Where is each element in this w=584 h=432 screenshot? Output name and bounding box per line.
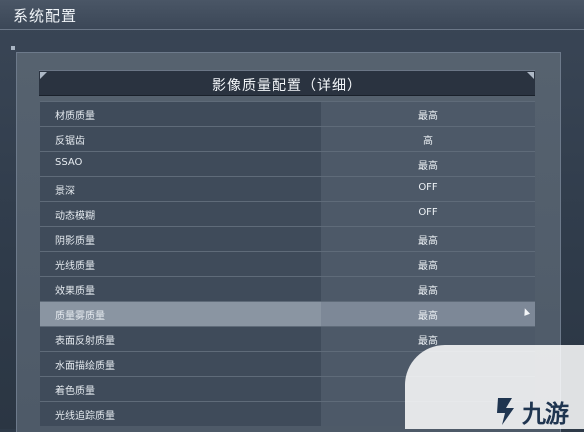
setting-value-selector[interactable]: 最高 bbox=[321, 252, 535, 276]
setting-value-selector[interactable]: 高 bbox=[321, 127, 535, 151]
row-label-cell: 动态模糊 bbox=[40, 202, 321, 226]
setting-row-motion-blur[interactable]: 动态模糊 OFF bbox=[40, 201, 535, 226]
setting-row-depth-of-field[interactable]: 景深 OFF bbox=[40, 176, 535, 201]
setting-value: 最高 bbox=[418, 286, 438, 297]
row-label-cell: 效果质量 bbox=[40, 277, 321, 301]
watermark-text: 九游 bbox=[522, 400, 569, 428]
setting-label: SSAO bbox=[55, 157, 83, 168]
setting-value: OFF bbox=[418, 182, 438, 193]
row-label-cell: 光线追踪质量 bbox=[40, 402, 321, 426]
setting-label: 光线追踪质量 bbox=[55, 411, 115, 422]
setting-value-selector[interactable]: 最高 bbox=[321, 277, 535, 301]
setting-value: 最高 bbox=[418, 311, 438, 322]
setting-label: 光线质量 bbox=[55, 261, 95, 272]
setting-row-shadow-quality[interactable]: 阴影质量 最高 bbox=[40, 226, 535, 251]
setting-row-ssao[interactable]: SSAO 最高 bbox=[40, 151, 535, 176]
nine-game-logo-icon bbox=[497, 398, 514, 425]
setting-value-selector[interactable]: 最高 bbox=[321, 302, 535, 326]
setting-row-fog-quality[interactable]: 质量雾质量 最高 bbox=[40, 301, 535, 326]
setting-label: 材质质量 bbox=[55, 111, 95, 122]
setting-value: 最高 bbox=[418, 161, 438, 172]
row-label-cell: 水面描绘质量 bbox=[40, 352, 321, 376]
setting-row-anti-aliasing[interactable]: 反锯齿 高 bbox=[40, 126, 535, 151]
window-title: 系统配置 bbox=[13, 7, 78, 25]
setting-label: 效果质量 bbox=[55, 286, 95, 297]
setting-label: 着色质量 bbox=[55, 386, 95, 397]
row-label-cell: 质量雾质量 bbox=[40, 302, 321, 326]
setting-label: 表面反射质量 bbox=[55, 336, 115, 347]
setting-row-texture-quality[interactable]: 材质质量 最高 bbox=[40, 101, 535, 126]
row-label-cell: 景深 bbox=[40, 177, 321, 201]
setting-value-selector[interactable]: 最高 bbox=[321, 102, 535, 126]
setting-label: 水面描绘质量 bbox=[55, 361, 115, 372]
row-label-cell: 反锯齿 bbox=[40, 127, 321, 151]
section-title: 影像质量配置（详细） bbox=[212, 78, 362, 94]
row-label-cell: 光线质量 bbox=[40, 252, 321, 276]
frame-corner-marker bbox=[11, 46, 15, 50]
setting-value: 最高 bbox=[418, 236, 438, 247]
section-header: 影像质量配置（详细） bbox=[39, 70, 535, 96]
setting-label: 反锯齿 bbox=[55, 136, 85, 147]
setting-value-selector[interactable]: OFF bbox=[321, 177, 535, 201]
setting-label: 动态模糊 bbox=[55, 211, 95, 222]
row-label-cell: SSAO bbox=[40, 152, 321, 176]
setting-row-lighting-quality[interactable]: 光线质量 最高 bbox=[40, 251, 535, 276]
row-label-cell: 材质质量 bbox=[40, 102, 321, 126]
system-config-window: 系统配置 影像质量配置（详细） 材质质量 最高 反锯齿 高 SSAO 最高 景深… bbox=[0, 0, 584, 432]
setting-label: 景深 bbox=[55, 186, 75, 197]
setting-value: 最高 bbox=[418, 111, 438, 122]
setting-value-selector[interactable]: 最高 bbox=[321, 227, 535, 251]
setting-label: 质量雾质量 bbox=[55, 311, 105, 322]
setting-row-effect-quality[interactable]: 效果质量 最高 bbox=[40, 276, 535, 301]
setting-value-selector[interactable]: 最高 bbox=[321, 152, 535, 176]
row-label-cell: 阴影质量 bbox=[40, 227, 321, 251]
setting-label: 阴影质量 bbox=[55, 236, 95, 247]
watermark-logo: 九游 bbox=[492, 394, 582, 428]
row-label-cell: 表面反射质量 bbox=[40, 327, 321, 351]
setting-value: OFF bbox=[418, 207, 438, 218]
setting-value-selector[interactable]: OFF bbox=[321, 202, 535, 226]
row-label-cell: 着色质量 bbox=[40, 377, 321, 401]
window-title-bar: 系统配置 bbox=[0, 0, 584, 30]
setting-value: 高 bbox=[423, 136, 433, 147]
setting-value: 最高 bbox=[418, 261, 438, 272]
